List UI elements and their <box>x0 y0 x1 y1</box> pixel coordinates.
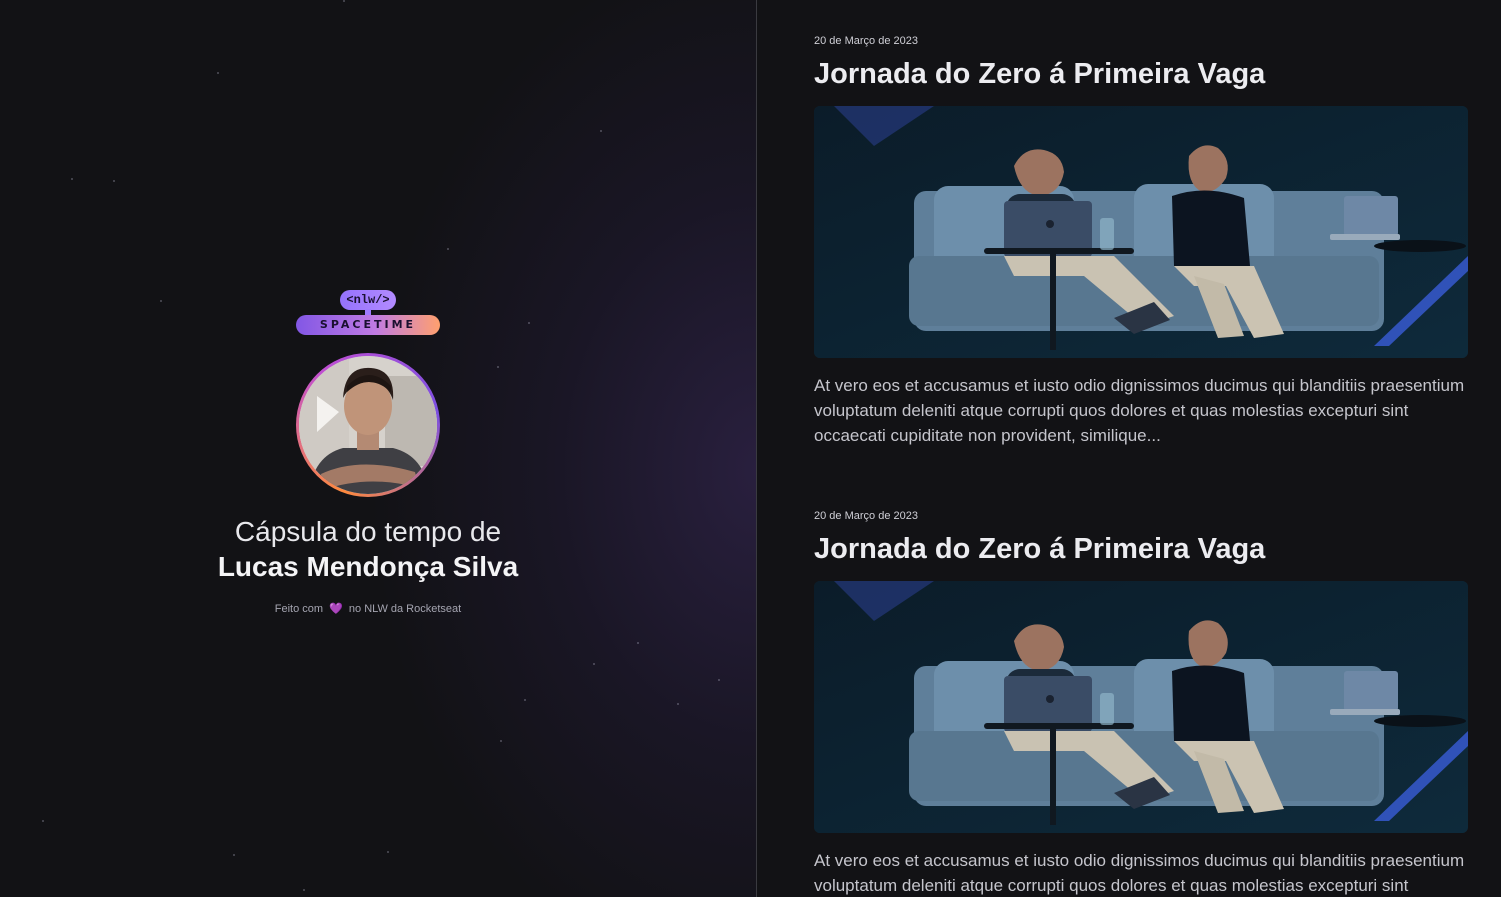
memory-excerpt: At vero eos et accusamus et iusto odio d… <box>814 851 1465 895</box>
memory-date: 20 de Março de 2023 <box>814 510 918 522</box>
memory-cover-image <box>814 581 1468 833</box>
user-name: Lucas Mendonça Silva <box>217 551 519 582</box>
memory-card: 20 de Março de 2023 Jornada do Zero á Pr… <box>814 509 1468 897</box>
spacetime-wordmark: SPACETIME <box>296 315 440 335</box>
avatar[interactable] <box>296 353 440 497</box>
nlw-tag: <nlw/> <box>340 290 396 310</box>
heart-icon: 💜 <box>329 603 343 615</box>
capsule-title: Cápsula do tempo de Lucas Mendonça Silva <box>0 514 736 584</box>
memory-card: 20 de Março de 2023 Jornada do Zero á Pr… <box>814 34 1468 465</box>
app-layout: <nlw/> SPACETIME Cápsula do tempo de Luc… <box>0 0 1501 897</box>
memory-title: Jornada do Zero á Primeira Vaga <box>814 58 1266 90</box>
memory-title: Jornada do Zero á Primeira Vaga <box>814 533 1266 565</box>
footer-credit: Feito com 💜 no NLW da Rocketseat <box>0 602 736 615</box>
memory-cover-image <box>814 106 1468 358</box>
memories-feed[interactable]: 20 de Março de 2023 Jornada do Zero á Pr… <box>757 0 1501 897</box>
avatar-photo <box>299 356 437 494</box>
capsule-title-prefix: Cápsula do tempo de <box>234 516 502 547</box>
footer-before: Feito com <box>274 603 324 615</box>
memory-excerpt: At vero eos et accusamus et iusto odio d… <box>814 376 1465 445</box>
footer-after: no NLW da Rocketseat <box>348 603 462 615</box>
memory-date: 20 de Março de 2023 <box>814 35 918 47</box>
profile-panel: <nlw/> SPACETIME Cápsula do tempo de Luc… <box>0 0 756 897</box>
nlw-spacetime-logo: <nlw/> SPACETIME <box>296 290 440 336</box>
